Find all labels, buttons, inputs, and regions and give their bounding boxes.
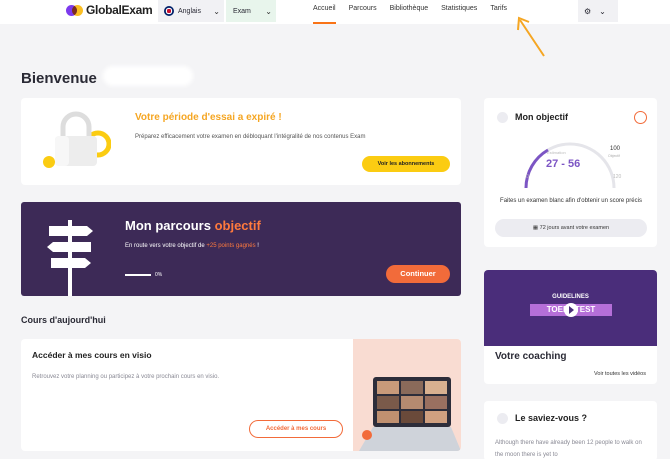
coaching-card: GUIDELINES TOEFL TEST Votre coaching Voi… (484, 270, 657, 384)
trial-description: Préparez efficacement votre examen en dé… (135, 134, 366, 140)
language-label: Anglais (178, 7, 201, 15)
uk-flag-icon (164, 6, 174, 16)
chevron-down-icon: ⌄ (599, 6, 606, 16)
access-courses-button[interactable]: Accéder à mes cours (249, 420, 343, 438)
objectif-title: Mon objectif (515, 112, 568, 122)
top-bar: GlobalExam Anglais ⌄ Exam ⌄ Accueil Parc… (0, 0, 670, 24)
page-title: Bienvenue (21, 70, 97, 87)
trial-expired-card: Votre période d'essai a expiré ! Prépare… (21, 98, 461, 185)
main-nav: Accueil Parcours Bibliothèque Statistiqu… (313, 0, 520, 24)
did-you-know-card: Le saviez-vous ? Although there have alr… (484, 401, 657, 459)
user-name-redacted (103, 66, 193, 86)
chevron-down-icon: ⌄ (213, 6, 220, 16)
progress-percent: 0% (155, 272, 163, 278)
gear-icon: ⚙ (584, 6, 592, 16)
edit-pencil-icon[interactable] (634, 111, 647, 124)
estimation-label: Estimation (547, 150, 566, 155)
did-you-know-text: Although there have already been 12 peop… (495, 440, 642, 458)
coaching-video-thumbnail[interactable]: GUIDELINES TOEFL TEST (484, 270, 657, 346)
parcours-title-main: Mon parcours (125, 218, 215, 233)
settings-menu[interactable]: ⚙ ⌄ (578, 0, 618, 22)
gauge-min: 0 (526, 174, 529, 180)
estimated-score: 27 - 56 (546, 158, 581, 170)
parcours-sub-a: En route vers votre objectif de (125, 243, 207, 249)
visio-course-card: Accéder à mes cours en visio Retrouvez v… (21, 339, 461, 451)
padlock-illustration-icon (43, 111, 111, 168)
language-selector[interactable]: Anglais ⌄ (158, 0, 224, 22)
gauge-max: 120 (613, 174, 622, 180)
brand-name: GlobalExam (86, 3, 153, 17)
view-all-videos-link[interactable]: Voir toutes les vidéos (594, 371, 646, 377)
nav-accueil[interactable]: Accueil (313, 0, 336, 24)
target-label: Objectif (608, 154, 620, 158)
logo-icon (66, 4, 83, 17)
continue-button[interactable]: Continuer (386, 265, 450, 283)
video-call-illustration (353, 339, 461, 451)
coaching-title: Votre coaching (495, 351, 567, 362)
nav-bibliotheque[interactable]: Bibliothèque (390, 0, 429, 24)
days-until-exam: 72 jours avant votre examen (539, 225, 610, 231)
objectif-description: Faites un examen blanc afin d'obtenir un… (500, 198, 642, 204)
parcours-sub-points: +25 points gagnés (206, 243, 256, 249)
signpost-illustration-icon (47, 220, 93, 296)
visio-title: Accéder à mes cours en visio (32, 350, 152, 360)
did-you-know-title: Le saviez-vous ? (515, 413, 588, 423)
nav-tarifs[interactable]: Tarifs (490, 0, 507, 24)
parcours-subtitle: En route vers votre objectif de +25 poin… (125, 243, 259, 249)
nav-parcours[interactable]: Parcours (349, 0, 377, 24)
guidelines-label: GUIDELINES (552, 294, 589, 300)
exam-label: Exam (233, 7, 251, 15)
trial-title: Votre période d'essai a expiré ! (135, 112, 282, 123)
parcours-sub-c: ! (255, 243, 259, 249)
parcours-title-highlight: objectif (214, 218, 261, 233)
play-icon[interactable] (564, 303, 578, 317)
target-score: 100 (610, 146, 621, 152)
days-until-exam-badge: ▦ 72 jours avant votre examen (495, 219, 647, 237)
progress-bar (125, 274, 151, 276)
parcours-title: Mon parcours objectif (125, 218, 261, 233)
pointer-arrow-icon (517, 16, 545, 57)
logo[interactable]: GlobalExam (66, 3, 153, 17)
nav-statistiques[interactable]: Statistiques (441, 0, 477, 24)
lightbulb-icon (497, 413, 508, 424)
laptop-video-icon (359, 377, 461, 451)
parcours-objectif-card: Mon parcours objectif En route vers votr… (21, 202, 461, 296)
objectif-card: Mon objectif Estimation 27 - 56 100 Obje… (484, 98, 657, 247)
cours-section-title: Cours d'aujourd'hui (21, 315, 106, 325)
exam-selector[interactable]: Exam ⌄ (226, 0, 276, 22)
chevron-down-icon: ⌄ (265, 6, 272, 16)
view-subscriptions-button[interactable]: Voir les abonnements (362, 156, 450, 172)
target-icon (497, 112, 508, 123)
visio-description: Retrouvez votre planning ou participez à… (32, 374, 220, 380)
